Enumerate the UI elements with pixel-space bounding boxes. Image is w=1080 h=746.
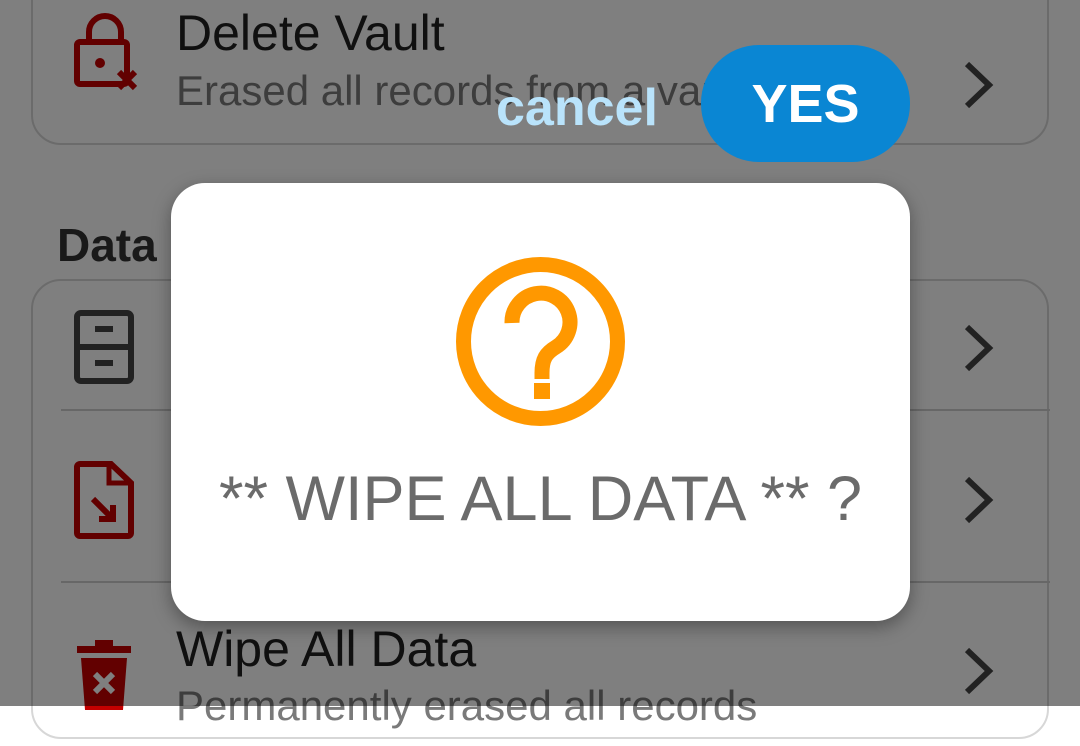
dialog-message: ** WIPE ALL DATA ** ?	[218, 464, 863, 534]
yes-button[interactable]: YES	[701, 45, 910, 162]
cancel-button[interactable]: cancel	[496, 78, 658, 138]
question-circle-icon	[456, 257, 625, 426]
confirm-dialog: ** WIPE ALL DATA ** ?	[171, 183, 910, 621]
